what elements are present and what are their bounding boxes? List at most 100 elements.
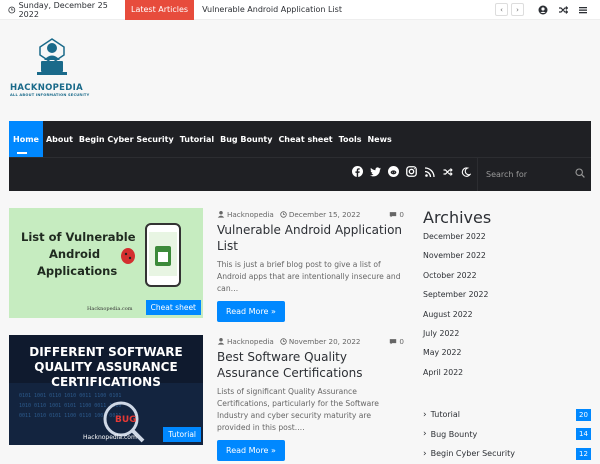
latest-articles-label: Latest Articles [125, 0, 195, 20]
thumb-title-line-1: DIFFERENT SOFTWARE [29, 345, 183, 359]
category-item-begin-cyber-security[interactable]: › Begin Cyber Security 12 [423, 444, 591, 464]
thumb-bug-text: BUG [115, 415, 137, 425]
archive-link[interactable]: April 2022 [423, 365, 593, 384]
top-date: Sunday, December 25 2022 [0, 1, 125, 19]
random-icon[interactable] [558, 5, 568, 15]
author-name: Hacknopedia [227, 209, 274, 219]
ticker-link[interactable]: Vulnerable Android Application List [194, 5, 495, 14]
clock-icon [8, 6, 16, 13]
category-count: 14 [576, 428, 591, 441]
chevron-right-icon: › [423, 448, 427, 459]
post-thumbnail[interactable]: List of Vulnerable Android Applications … [9, 208, 203, 318]
social-icons [352, 166, 471, 177]
archive-link[interactable]: December 2022 [423, 229, 593, 248]
top-bar: Sunday, December 25 2022 Latest Articles… [0, 0, 600, 20]
nav-item-tools[interactable]: Tools [336, 121, 365, 157]
nav-item-bug-bounty[interactable]: Bug Bounty [217, 121, 275, 157]
archive-link[interactable]: July 2022 [423, 326, 593, 345]
category-name: Begin Cyber Security [430, 449, 515, 459]
thumb-title-line-1: List of Vulnerable [21, 230, 136, 244]
thumb-footer: Hacknopedia.com [83, 434, 137, 441]
chevron-right-icon: › [516, 5, 519, 14]
category-count: 20 [576, 408, 591, 421]
nav-item-about[interactable]: About [43, 121, 76, 157]
site-logo[interactable]: HACKNOPEDIA ALL ABOUT INFORMATION SECURI… [10, 37, 96, 97]
category-name: Tutorial [430, 410, 461, 420]
nav-item-news[interactable]: News [364, 121, 394, 157]
nav-item-home[interactable]: Home [9, 121, 43, 157]
random-article-icon[interactable] [442, 166, 453, 177]
category-badge-tutorial[interactable]: Tutorial [163, 427, 201, 442]
nav-search [477, 157, 591, 191]
post-title[interactable]: Vulnerable Android Application List [217, 222, 404, 254]
search-input[interactable] [486, 167, 566, 181]
post-title[interactable]: Best Software Quality Assurance Certific… [217, 349, 404, 381]
post-excerpt: Lists of significant Quality Assurance C… [217, 387, 379, 432]
thumb-title-line-2: Android [49, 247, 100, 261]
author-name: Hacknopedia [227, 336, 274, 346]
chevron-right-icon: › [423, 429, 427, 440]
post-excerpt: This is just a brief blog post to give a… [217, 260, 401, 293]
post-thumbnail[interactable]: 0101 1001 0110 1010 0011 1100 0101 1010 … [9, 335, 203, 445]
ticker-next-button[interactable]: › [511, 3, 524, 16]
read-more-button[interactable]: Read More » [217, 301, 285, 322]
post-comments[interactable]: 0 [389, 337, 404, 346]
post-comments[interactable]: 0 [389, 210, 404, 219]
svg-text:1010 0110 1001 0101 1100 0011: 1010 0110 1001 0101 1100 0011 1010 [19, 403, 121, 409]
date-text: December 15, 2022 [288, 209, 361, 219]
date-text: Sunday, December 25 2022 [18, 0, 108, 19]
rss-icon[interactable] [424, 166, 435, 177]
author-icon [217, 211, 225, 218]
categories-list: › Tutorial 20 › Bug Bounty 14 › Begin Cy… [423, 405, 591, 464]
archive-link[interactable]: October 2022 [423, 268, 593, 287]
thumb-footer: Hacknopedia.com [87, 306, 133, 312]
chevron-right-icon: › [423, 409, 427, 420]
archives-title: Archives [423, 208, 492, 227]
archive-link[interactable]: May 2022 [423, 345, 593, 364]
clock-icon [280, 210, 287, 218]
date-text: November 20, 2022 [288, 336, 361, 346]
nav-item-cheat-sheet[interactable]: Cheat sheet [275, 121, 335, 157]
category-badge-cheat-sheet[interactable]: Cheat sheet [145, 300, 201, 315]
comment-icon [390, 338, 397, 344]
comment-count: 0 [399, 209, 404, 219]
chevron-left-icon: ‹ [500, 5, 503, 14]
archive-link[interactable]: November 2022 [423, 248, 593, 267]
search-icon[interactable] [575, 168, 585, 178]
post-author[interactable]: Hacknopedia [217, 210, 274, 219]
ticker-prev-button[interactable]: ‹ [495, 3, 508, 16]
thumb-title-line-2: QUALITY ASSURANCE [34, 360, 177, 374]
logo-tagline: ALL ABOUT INFORMATION SECURITY [10, 93, 90, 97]
thumb-title-line-3: CERTIFICATIONS [51, 375, 161, 389]
sidebar: Archives December 2022 November 2022 Oct… [423, 208, 593, 460]
site-header: HACKNOPEDIA ALL ABOUT INFORMATION SECURI… [0, 21, 600, 120]
comment-count: 0 [399, 336, 404, 346]
thumb-title-line-3: Applications [37, 264, 117, 278]
reddit-icon[interactable] [388, 166, 399, 177]
archive-link[interactable]: August 2022 [423, 307, 593, 326]
author-icon [217, 338, 225, 345]
archives-list: December 2022 November 2022 October 2022… [423, 229, 593, 384]
category-name: Bug Bounty [430, 429, 478, 439]
dark-mode-moon-icon[interactable] [460, 166, 471, 177]
archive-link[interactable]: September 2022 [423, 287, 593, 306]
logo-name: HACKNOPEDIA [10, 83, 83, 93]
twitter-icon[interactable] [370, 166, 381, 177]
post-date: November 20, 2022 [280, 337, 361, 346]
user-icon[interactable] [538, 5, 548, 15]
comment-icon [390, 211, 397, 217]
main-nav: Home About Begin Cyber Security Tutorial Bug… [9, 121, 591, 191]
post-author[interactable]: Hacknopedia [217, 337, 274, 346]
instagram-icon[interactable] [406, 166, 417, 177]
main-menu: Home About Begin Cyber Security Tutorial Bug… [9, 121, 395, 157]
facebook-icon[interactable] [352, 166, 363, 177]
nav-item-begin-cyber-security[interactable]: Begin Cyber Security [76, 121, 177, 157]
nav-item-tutorial[interactable]: Tutorial [177, 121, 217, 157]
menu-icon[interactable] [578, 5, 588, 15]
read-more-button[interactable]: Read More » [217, 440, 285, 461]
hacker-logo-icon [37, 38, 67, 75]
post-date: December 15, 2022 [280, 209, 361, 219]
svg-text:0101 1001 0110 1010 0011 1100: 0101 1001 0110 1010 0011 1100 0101 [19, 393, 121, 399]
category-item-bug-bounty[interactable]: › Bug Bounty 14 [423, 425, 591, 445]
category-item-tutorial[interactable]: › Tutorial 20 [423, 405, 591, 425]
